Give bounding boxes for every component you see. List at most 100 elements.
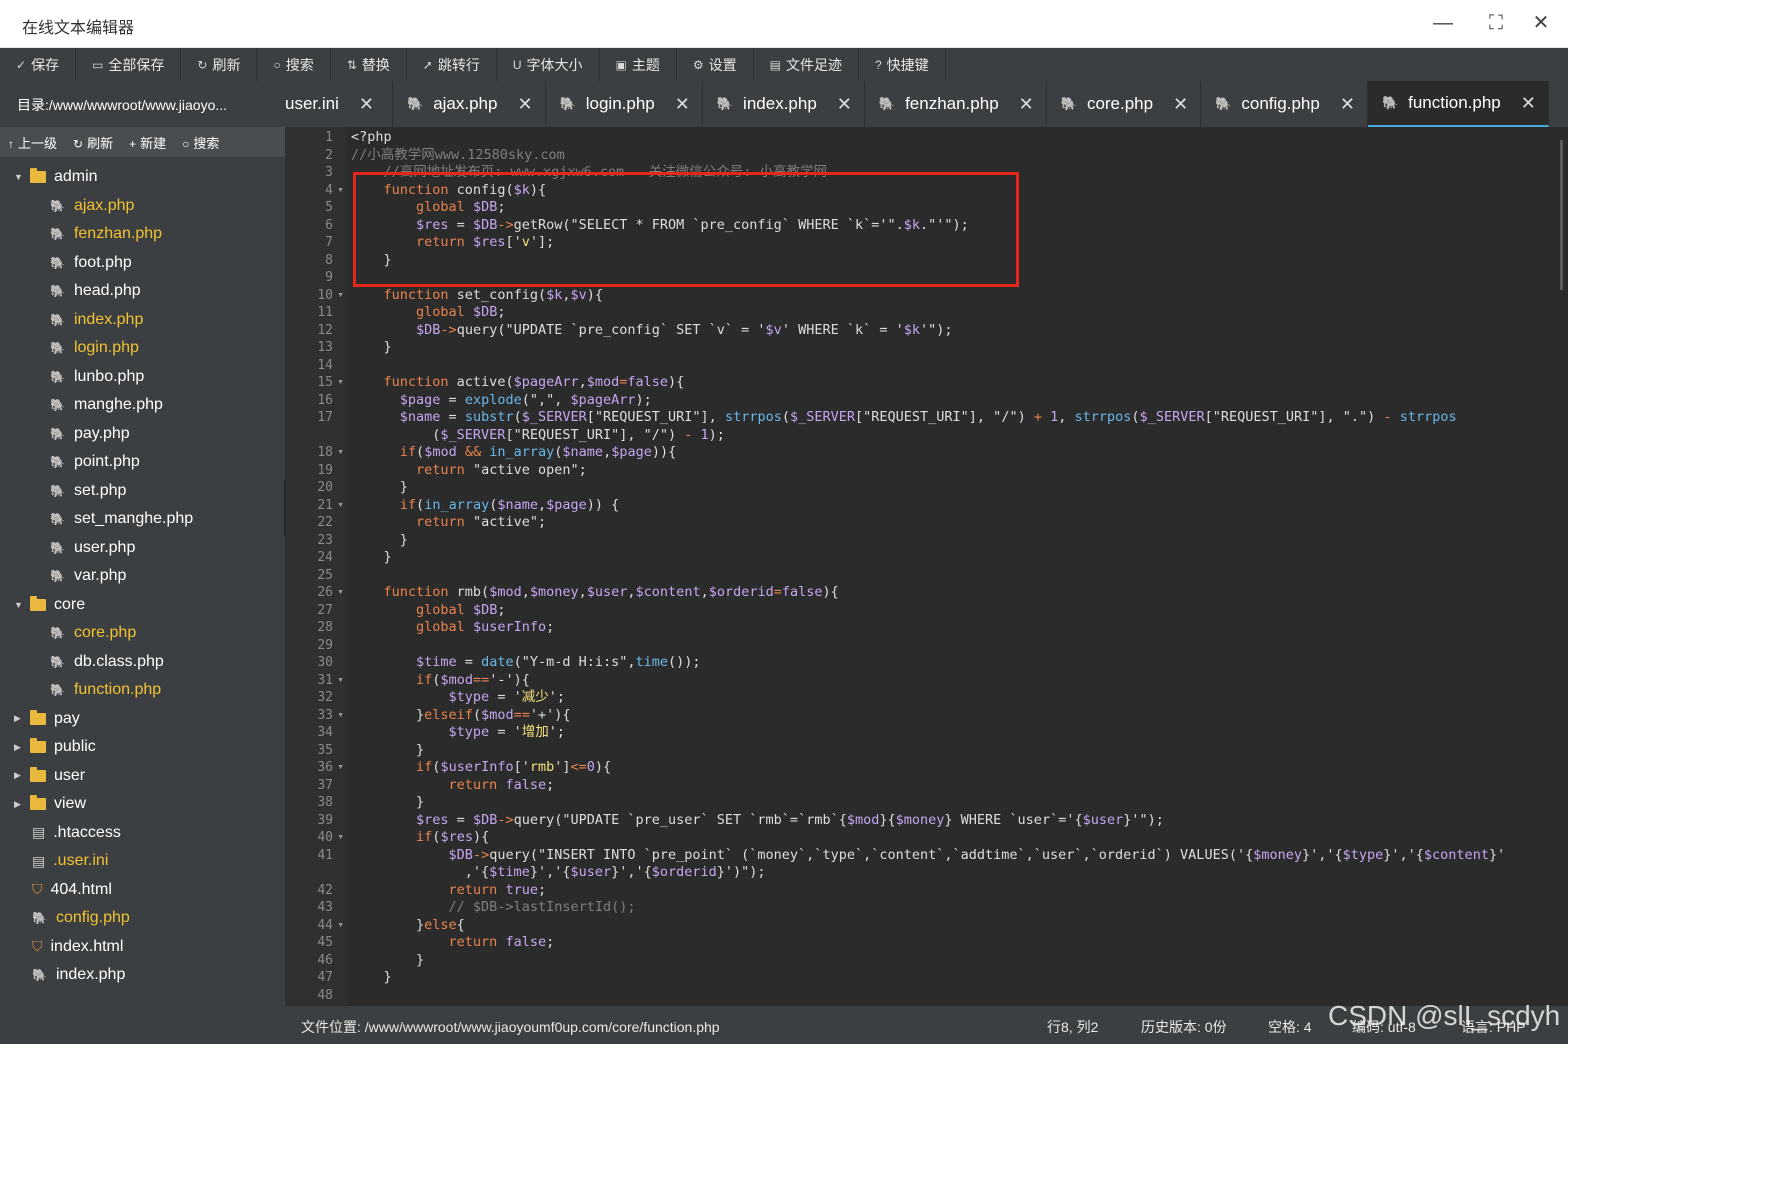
toolbar-button-5[interactable]: ⇅ 替换 bbox=[331, 48, 407, 81]
tree-file-db-class-php[interactable]: 🐘 db.class.php bbox=[50, 648, 164, 676]
up-level-icon: ↑ bbox=[8, 136, 14, 151]
tab-close-icon[interactable]: ✕ bbox=[1340, 94, 1355, 115]
code-line: $DB->query("INSERT INTO `pre_point` (`mo… bbox=[351, 846, 1506, 865]
code-token: }','{ bbox=[1383, 846, 1424, 863]
code-line: ($_SERVER["REQUEST_URI"], "/") - 1); bbox=[351, 427, 725, 445]
tree-file-index-php[interactable]: 🐘 index.php bbox=[32, 961, 125, 989]
tab-index-php[interactable]: 🐘 index.php ✕ bbox=[703, 81, 865, 127]
tab-login-php[interactable]: 🐘 login.php ✕ bbox=[546, 81, 703, 127]
fold-arrow-icon[interactable]: ▼ bbox=[337, 922, 344, 929]
code-token: if bbox=[416, 671, 433, 688]
chevron-right-icon[interactable]: ▶ bbox=[14, 742, 30, 753]
tree-file-var-php[interactable]: 🐘 var.php bbox=[50, 562, 126, 590]
folder-icon bbox=[30, 709, 46, 725]
maximize-icon[interactable]: ⛶ bbox=[1483, 10, 1509, 36]
fold-arrow-icon[interactable]: ▼ bbox=[337, 712, 344, 719]
tab-close-icon[interactable]: ✕ bbox=[1173, 94, 1188, 115]
tree-file-fenzhan-php[interactable]: 🐘 fenzhan.php bbox=[50, 220, 162, 248]
tab-close-icon[interactable]: ✕ bbox=[517, 94, 532, 115]
chevron-down-icon[interactable]: ▼ bbox=[14, 172, 30, 182]
line-number: 41 bbox=[317, 847, 333, 863]
status-history[interactable]: 历史版本: 0份 bbox=[1141, 1017, 1227, 1037]
tree-file-core-php[interactable]: 🐘 core.php bbox=[50, 619, 136, 647]
chevron-right-icon[interactable]: ▶ bbox=[14, 713, 30, 724]
tree-file-lunbo-php[interactable]: 🐘 lunbo.php bbox=[50, 363, 144, 391]
tree-file-manghe-php[interactable]: 🐘 manghe.php bbox=[50, 391, 163, 419]
fold-arrow-icon[interactable]: ▼ bbox=[337, 589, 344, 596]
tree-file-user-php[interactable]: 🐘 user.php bbox=[50, 534, 135, 562]
toolbar-button-11[interactable]: ? 快捷键 bbox=[859, 48, 946, 81]
fold-arrow-icon[interactable]: ▼ bbox=[337, 502, 344, 509]
save-all-icon: ▭ bbox=[92, 57, 104, 72]
tab-close-icon[interactable]: ✕ bbox=[1521, 93, 1536, 114]
toolbar-button-6[interactable]: ➚ 跳转行 bbox=[407, 48, 497, 81]
code-token: - bbox=[1383, 409, 1392, 425]
tree-folder-view[interactable]: ▶ view bbox=[14, 790, 86, 818]
sidebar-action-4[interactable]: ○ 搜索 bbox=[182, 133, 219, 152]
tab-close-icon[interactable]: ✕ bbox=[1019, 94, 1034, 115]
status-indent[interactable]: 空格: 4 bbox=[1268, 1017, 1312, 1037]
fold-arrow-icon[interactable]: ▼ bbox=[337, 834, 344, 841]
fold-arrow-icon[interactable]: ▼ bbox=[337, 379, 344, 386]
tree-folder-core[interactable]: ▼ core bbox=[14, 591, 85, 619]
sidebar-action-1[interactable]: ↑ 上一级 bbox=[8, 133, 57, 152]
tab-close-icon[interactable]: ✕ bbox=[359, 94, 374, 115]
tree-file-set-php[interactable]: 🐘 set.php bbox=[50, 477, 126, 505]
tab-close-icon[interactable]: ✕ bbox=[675, 94, 690, 115]
toolbar-button-4[interactable]: ○ 搜索 bbox=[257, 48, 331, 81]
code-token: //小高教学网www.12580sky.com bbox=[351, 146, 565, 163]
line-number: 29 bbox=[317, 637, 333, 653]
tab-config-php[interactable]: 🐘 config.php ✕ bbox=[1201, 81, 1368, 127]
vertical-scrollbar[interactable] bbox=[1560, 140, 1563, 290]
fold-arrow-icon[interactable]: ▼ bbox=[337, 187, 344, 194]
toolbar-button-9[interactable]: ⚙ 设置 bbox=[677, 48, 754, 81]
tree-file-index-php[interactable]: 🐘 index.php bbox=[50, 306, 143, 334]
status-cursor-position[interactable]: 行8, 列2 bbox=[1047, 1017, 1098, 1037]
tree-file-login-php[interactable]: 🐘 login.php bbox=[50, 334, 139, 362]
code-line: } bbox=[351, 794, 424, 812]
tree-file-foot-php[interactable]: 🐘 foot.php bbox=[50, 249, 132, 277]
tree-folder-admin[interactable]: ▼ admin bbox=[14, 163, 98, 191]
tree-file-index-html[interactable]: ⛉ index.html bbox=[32, 933, 123, 961]
toolbar-button-10[interactable]: ▤ 文件足迹 bbox=[754, 48, 859, 81]
tab-close-icon[interactable]: ✕ bbox=[837, 94, 852, 115]
chevron-right-icon[interactable]: ▶ bbox=[14, 770, 30, 781]
sidebar-action-3[interactable]: + 新建 bbox=[129, 133, 166, 152]
tree-file-config-php[interactable]: 🐘 config.php bbox=[32, 904, 130, 932]
chevron-right-icon[interactable]: ▶ bbox=[14, 799, 30, 810]
replace-icon: ⇅ bbox=[346, 57, 357, 72]
tab-fenzhan-php[interactable]: 🐘 fenzhan.php ✕ bbox=[865, 81, 1047, 127]
tree-file-pay-php[interactable]: 🐘 pay.php bbox=[50, 420, 130, 448]
minimize-icon[interactable]: — bbox=[1430, 10, 1456, 36]
tab-function-php[interactable]: 🐘 function.php ✕ bbox=[1367, 81, 1549, 127]
tab-user-ini[interactable]: user.ini ✕ bbox=[285, 81, 393, 127]
fold-arrow-icon[interactable]: ▼ bbox=[337, 292, 344, 299]
close-icon[interactable]: ✕ bbox=[1528, 10, 1554, 36]
tree-folder-public[interactable]: ▶ public bbox=[14, 733, 96, 761]
sidebar-action-2[interactable]: ↻ 刷新 bbox=[73, 133, 113, 152]
toolbar-button-7[interactable]: U 字体大小 bbox=[497, 48, 600, 81]
tree-file-point-php[interactable]: 🐘 point.php bbox=[50, 448, 140, 476]
tab-ajax-php[interactable]: 🐘 ajax.php ✕ bbox=[393, 81, 546, 127]
tree-file-404-html[interactable]: ⛉ 404.html bbox=[32, 876, 112, 904]
tree-folder-user[interactable]: ▶ user bbox=[14, 762, 85, 790]
fold-arrow-icon[interactable]: ▼ bbox=[337, 677, 344, 684]
code-line: } bbox=[351, 549, 392, 567]
toolbar-button-3[interactable]: ↻ 刷新 bbox=[181, 48, 258, 81]
tree-file-user-ini[interactable]: ▤ .user.ini bbox=[32, 847, 108, 875]
tree-file-ajax-php[interactable]: 🐘 ajax.php bbox=[50, 192, 134, 220]
toolbar-button-8[interactable]: ▣ 主题 bbox=[600, 48, 677, 81]
tree-file-htaccess[interactable]: ▤ .htaccess bbox=[32, 819, 121, 847]
toolbar-button-2[interactable]: ▭ 全部保存 bbox=[76, 48, 182, 81]
tree-file-set-manghe-php[interactable]: 🐘 set_manghe.php bbox=[50, 505, 193, 533]
chevron-down-icon[interactable]: ▼ bbox=[14, 600, 30, 610]
tree-folder-pay[interactable]: ▶ pay bbox=[14, 705, 80, 733]
code-token: $time bbox=[489, 864, 530, 880]
fold-arrow-icon[interactable]: ▼ bbox=[337, 449, 344, 456]
tree-file-head-php[interactable]: 🐘 head.php bbox=[50, 277, 141, 305]
toolbar-button-1[interactable]: ✓ 保存 bbox=[0, 48, 77, 81]
tab-core-php[interactable]: 🐘 core.php ✕ bbox=[1047, 81, 1202, 127]
fold-arrow-icon[interactable]: ▼ bbox=[337, 764, 344, 771]
tree-file-function-php[interactable]: 🐘 function.php bbox=[50, 676, 161, 704]
